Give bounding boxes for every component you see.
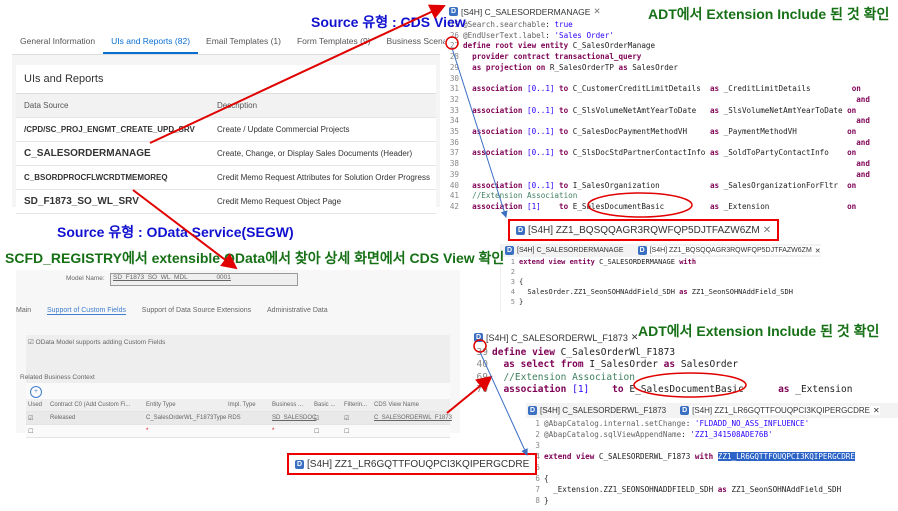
- highlight-circle-2: [473, 339, 487, 353]
- arrow-blue-1: [451, 47, 508, 218]
- annotation-overlay: [132, 4, 747, 456]
- highlight-circle-1: [445, 36, 459, 50]
- arrow-cds-view-name-to-adt: [446, 375, 493, 414]
- highlight-ellipse-1: [587, 192, 693, 218]
- highlight-ellipse-2: [633, 372, 747, 398]
- arrow-blue-2: [479, 351, 528, 456]
- arrow-odata-to-scfd: [132, 189, 238, 270]
- arrow-cds-to-adt: [149, 4, 446, 144]
